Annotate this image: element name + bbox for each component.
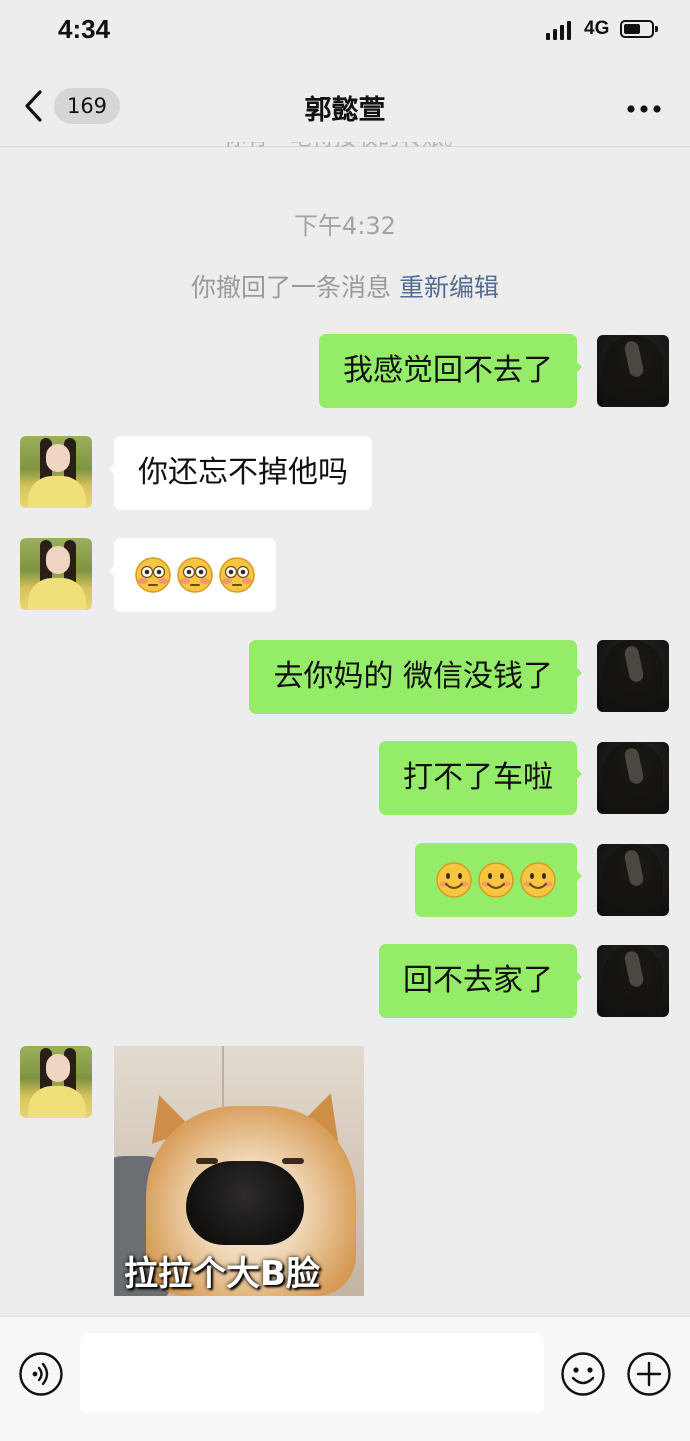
dog-sticker-image[interactable]: 拉拉个大B脸 [114, 1046, 364, 1296]
more-options-icon[interactable] [626, 100, 662, 119]
contact-avatar[interactable] [20, 436, 92, 508]
flushed-face-icon [219, 557, 255, 593]
recall-notice-text: 你撤回了一条消息 [190, 273, 391, 302]
flushed-face-icon [135, 557, 171, 593]
my-emoji-bubble[interactable] [415, 843, 582, 917]
chat-header: 169 郭懿萱 [0, 62, 690, 147]
recall-notice: 你撤回了一条消息 重新编辑 [0, 268, 690, 304]
re-edit-link[interactable]: 重新编辑 [399, 273, 499, 302]
smiling-face-icon [520, 862, 556, 898]
emoji-picker-icon[interactable] [560, 1351, 606, 1401]
more-functions-icon[interactable] [626, 1351, 672, 1401]
smiling-face-icon [478, 862, 514, 898]
my-message-bubble[interactable]: 去你妈的 微信没钱了 [249, 640, 582, 714]
input-bar [0, 1316, 690, 1441]
my-avatar[interactable] [597, 335, 669, 407]
smiling-face-icon [436, 862, 472, 898]
message-input[interactable] [80, 1333, 544, 1413]
signal-icon [546, 20, 571, 40]
contact-emoji-bubble[interactable] [109, 538, 276, 612]
voice-input-icon[interactable] [18, 1351, 64, 1401]
my-message-bubble[interactable]: 我感觉回不去了 [319, 334, 582, 408]
my-avatar[interactable] [597, 640, 669, 712]
my-avatar[interactable] [597, 742, 669, 814]
my-message-bubble[interactable]: 打不了车啦 [379, 741, 582, 815]
my-message-bubble[interactable]: 回不去家了 [379, 944, 582, 1018]
contact-avatar[interactable] [20, 1046, 92, 1118]
status-bar: 4:34 4G [0, 0, 690, 62]
network-type: 4G [584, 18, 610, 39]
message-timestamp: 下午4:32 [294, 212, 396, 240]
my-avatar[interactable] [597, 945, 669, 1017]
battery-icon [620, 20, 658, 38]
status-time: 4:34 [58, 14, 111, 44]
chat-title: 郭懿萱 [304, 95, 386, 126]
contact-message-bubble[interactable]: 你还忘不掉他吗 [109, 436, 372, 510]
sticker-caption: 拉拉个大B脸 [124, 1254, 320, 1294]
flushed-face-icon [177, 557, 213, 593]
contact-avatar[interactable] [20, 538, 92, 610]
my-avatar[interactable] [597, 844, 669, 916]
